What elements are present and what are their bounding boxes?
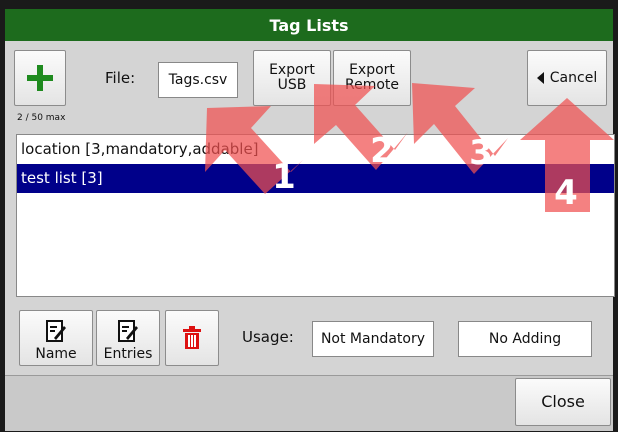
window-title-bar: Tag Lists xyxy=(5,9,613,41)
edit-document-icon xyxy=(118,320,138,343)
usage-label: Usage: xyxy=(242,328,294,346)
export-remote-line2: Remote xyxy=(344,77,400,93)
edit-document-icon xyxy=(46,320,66,343)
export-usb-line1: Export xyxy=(269,62,315,79)
export-remote-line1: Export xyxy=(349,62,395,79)
list-count: 2 / 50 max xyxy=(17,113,66,123)
usage-select[interactable]: Not Mandatory xyxy=(312,321,434,357)
file-name-field[interactable]: Tags.csv xyxy=(158,62,238,98)
trash-icon xyxy=(183,326,201,349)
export-usb-button[interactable]: Export USB xyxy=(253,50,331,106)
cancel-button[interactable]: Cancel xyxy=(527,50,607,106)
export-usb-line2: USB xyxy=(277,77,307,93)
delete-button[interactable] xyxy=(165,310,219,366)
triangle-left-icon xyxy=(536,72,544,84)
entries-button-label: Entries xyxy=(103,346,153,363)
plus-icon xyxy=(27,65,53,91)
edit-entries-button[interactable]: Entries xyxy=(96,310,160,366)
close-button[interactable]: Close xyxy=(515,378,611,426)
name-button-label: Name xyxy=(35,346,77,363)
list-item[interactable]: location [3,mandatory,addable] xyxy=(17,135,614,164)
edit-name-button[interactable]: Name xyxy=(19,310,93,366)
file-label: File: xyxy=(105,69,136,87)
tag-lists-window: Tag Lists 2 / 50 max File: Tags.csv Expo… xyxy=(5,9,615,431)
adding-select[interactable]: No Adding xyxy=(458,321,592,357)
tag-list[interactable]: location [3,mandatory,addable] test list… xyxy=(16,134,615,297)
export-remote-button[interactable]: Export Remote xyxy=(333,50,411,106)
window-title: Tag Lists xyxy=(269,15,349,35)
add-list-button[interactable] xyxy=(14,50,66,106)
list-item-selected[interactable]: test list [3] xyxy=(17,164,614,193)
cancel-label: Cancel xyxy=(549,69,598,86)
